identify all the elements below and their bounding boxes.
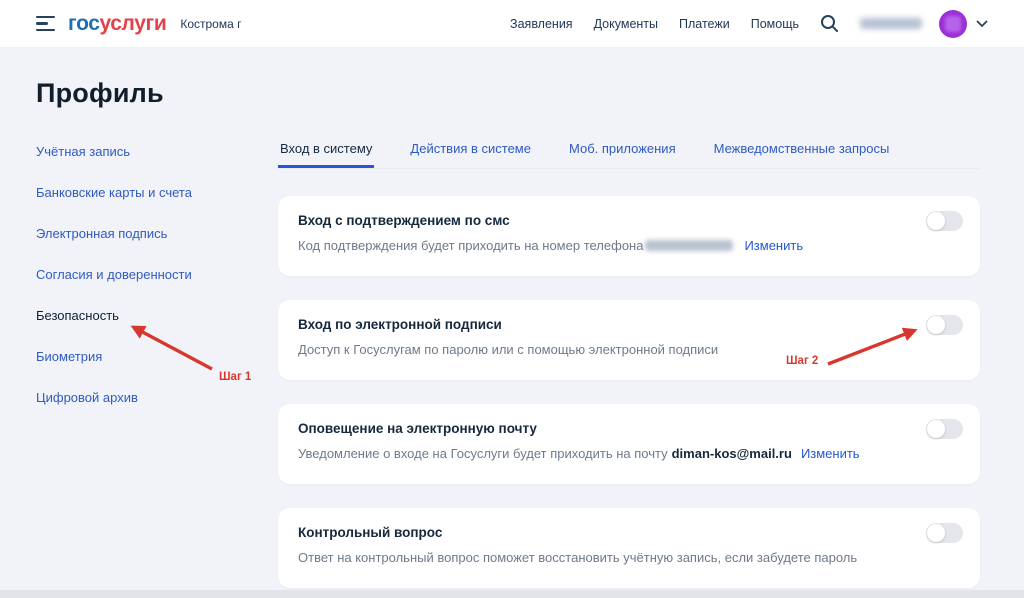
card-esign-login: Вход по электронной подписи Доступ к Гос… (278, 300, 980, 380)
email-value: diman-kos@mail.ru (671, 446, 792, 461)
gosuslugi-logo[interactable]: госуслуги (68, 12, 167, 35)
email-notification-toggle[interactable] (926, 419, 963, 439)
sidebar-item-consents[interactable]: Согласия и доверенности (36, 268, 192, 282)
security-content: Вход в систему Действия в системе Моб. п… (278, 139, 980, 588)
step2-label: Шаг 2 (786, 355, 819, 367)
tab-system-login[interactable]: Вход в систему (278, 139, 374, 168)
profile-sidebar: Учётная запись Банковские карты и счета … (36, 145, 192, 432)
card-title: Контрольный вопрос (298, 525, 443, 540)
card-description: Уведомление о входе на Госуслуги будет п… (298, 446, 960, 461)
username-blurred[interactable] (860, 18, 922, 29)
bottom-edge-strip (0, 590, 1024, 598)
security-question-toggle[interactable] (926, 523, 963, 543)
avatar-initials-blurred (945, 15, 961, 32)
tab-mobile-apps[interactable]: Моб. приложения (567, 139, 678, 168)
sms-login-toggle[interactable] (926, 211, 963, 231)
search-icon[interactable] (820, 14, 839, 33)
chevron-down-icon[interactable] (976, 20, 988, 28)
gosuslugi-profile-security-screen: госуслуги Кострома г Заявления Документы… (0, 0, 1024, 598)
tab-system-actions[interactable]: Действия в системе (408, 139, 533, 168)
page-title: Профиль (36, 78, 164, 108)
sidebar-item-bank-cards[interactable]: Банковские карты и счета (36, 186, 192, 200)
phone-number-blurred (645, 240, 734, 251)
card-sms-login: Вход с подтверждением по смс Код подтвер… (278, 196, 980, 276)
toggle-knob (927, 420, 945, 438)
settings-cards: Вход с подтверждением по смс Код подтвер… (278, 196, 980, 588)
card-title: Вход по электронной подписи (298, 317, 502, 332)
card-title: Вход с подтверждением по смс (298, 213, 510, 228)
sidebar-item-digital-archive[interactable]: Цифровой архив (36, 391, 192, 405)
card-description: Код подтверждения будет приходить на ном… (298, 238, 960, 253)
card-title: Оповещение на электронную почту (298, 421, 537, 436)
toggle-knob (927, 524, 945, 542)
card-description: Ответ на контрольный вопрос поможет восс… (298, 550, 858, 565)
sidebar-item-esignature[interactable]: Электронная подпись (36, 227, 192, 241)
logo-part-blue: гос (68, 12, 100, 35)
nav-documents[interactable]: Документы (594, 17, 658, 31)
sidebar-item-biometrics[interactable]: Биометрия (36, 350, 192, 364)
description-text: Уведомление о входе на Госуслуги будет п… (298, 446, 668, 461)
nav-applications[interactable]: Заявления (510, 17, 573, 31)
card-security-question: Контрольный вопрос Ответ на контрольный … (278, 508, 980, 588)
change-phone-link[interactable]: Изменить (744, 238, 803, 253)
description-text: Код подтверждения будет приходить на ном… (298, 238, 644, 253)
menu-icon[interactable] (36, 15, 55, 32)
toggle-knob (927, 212, 945, 230)
nav-payments[interactable]: Платежи (679, 17, 730, 31)
tab-interagency-requests[interactable]: Межведомственные запросы (712, 139, 892, 168)
sidebar-item-security[interactable]: Безопасность (36, 309, 192, 323)
toggle-knob (927, 316, 945, 334)
step1-label: Шаг 1 (219, 371, 252, 383)
region-selector[interactable]: Кострома г (180, 17, 241, 31)
esign-login-toggle[interactable] (926, 315, 963, 335)
header-left: госуслуги Кострома г (36, 13, 242, 34)
header: госуслуги Кострома г Заявления Документы… (0, 0, 1024, 48)
card-email-notification: Оповещение на электронную почту Уведомле… (278, 404, 980, 484)
avatar[interactable] (939, 9, 967, 38)
nav-help[interactable]: Помощь (751, 17, 799, 31)
security-tabs: Вход в систему Действия в системе Моб. п… (278, 139, 980, 169)
change-email-link[interactable]: Изменить (801, 446, 860, 461)
card-description: Доступ к Госуслугам по паролю или с помо… (298, 342, 719, 357)
header-right: Заявления Документы Платежи Помощь (510, 9, 988, 38)
sidebar-item-account[interactable]: Учётная запись (36, 145, 192, 159)
logo-part-red: услуги (99, 12, 167, 35)
